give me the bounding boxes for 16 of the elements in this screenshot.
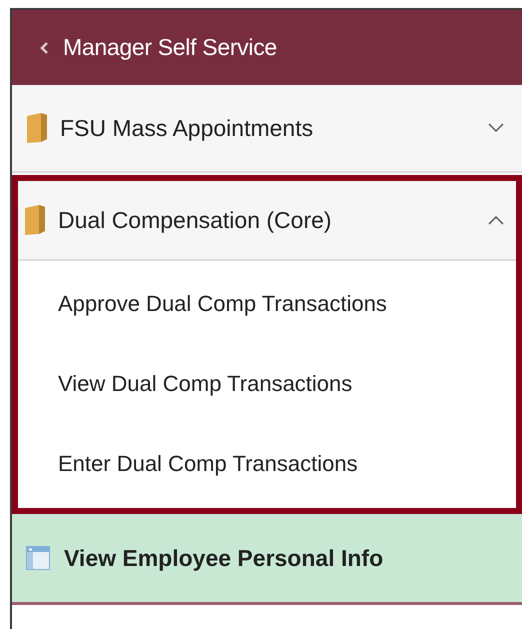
folder-label: Dual Compensation (Core) xyxy=(58,206,333,234)
collapse-icon xyxy=(488,215,504,225)
page-row[interactable]: View Employee Personal Info xyxy=(12,514,522,605)
folder-row[interactable]: FSU Mass Appointments xyxy=(12,85,522,173)
menu-link[interactable]: View Dual Comp Transactions xyxy=(18,344,352,424)
back-icon xyxy=(40,40,49,54)
folder-icon xyxy=(24,204,46,236)
window-icon xyxy=(26,546,50,570)
back-button[interactable]: Manager Self Service xyxy=(40,34,277,61)
folder-icon xyxy=(26,112,48,144)
expand-icon xyxy=(488,123,504,133)
folder-label: FSU Mass Appointments xyxy=(60,114,314,142)
menu-link[interactable]: Approve Dual Comp Transactions xyxy=(18,267,387,344)
folder-row[interactable]: Dual Compensation (Core) xyxy=(18,181,516,261)
page-label: View Employee Personal Info xyxy=(64,544,384,572)
menu-link[interactable]: Enter Dual Comp Transactions xyxy=(18,424,358,504)
